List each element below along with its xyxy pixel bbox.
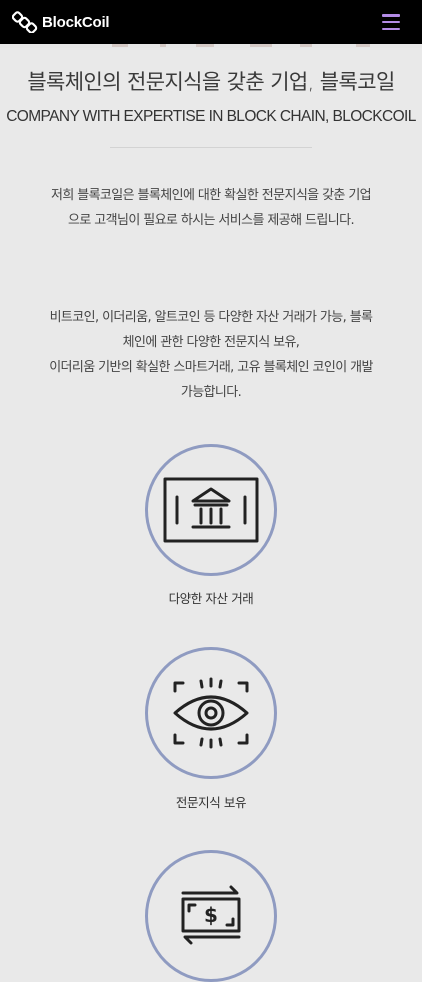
services-paragraph-line: 이더리움 기반의 확실한 스마트거래, 고유 블록체인 코인이 개발가능합니다. xyxy=(49,360,373,400)
site-logo[interactable]: BlockCoil xyxy=(12,11,110,33)
svg-text:$: $ xyxy=(204,903,218,927)
services-paragraph: 비트코인, 이더리움, 알트코인 등 다양한 자산 거래가 가능, 블록체인에 … xyxy=(46,305,376,405)
feature-label: 다양한 자산 거래 xyxy=(168,591,254,606)
feature-icon-circle: $ xyxy=(145,850,277,982)
site-header: BlockCoil xyxy=(0,0,422,44)
money-transfer-icon: $ xyxy=(181,885,241,945)
hamburger-menu-icon[interactable] xyxy=(382,14,400,30)
eye-icon xyxy=(173,677,249,749)
page-title: 블록체인의 전문지식을 갖춘 기업, 블록코일 xyxy=(27,70,395,94)
intro-paragraph: 저희 블록코일은 블록체인에 대한 확실한 전문지식을 갖춘 기업으로 고객님이… xyxy=(50,188,372,228)
banner-image-edge xyxy=(0,44,422,48)
services-paragraph-line: 비트코인, 이더리움, 알트코인 등 다양한 자산 거래가 가능, 블록체인에 … xyxy=(49,310,373,350)
chain-logo-icon xyxy=(12,11,38,33)
logo-text: BlockCoil xyxy=(42,13,110,31)
feature-icon-circle xyxy=(145,444,277,576)
feature-icon-circle xyxy=(145,647,277,779)
section-divider xyxy=(110,147,312,148)
feature-label: 전문지식 보유 xyxy=(175,795,247,810)
bank-icon xyxy=(163,477,259,543)
page-subtitle: COMPANY WITH EXPERTISE IN BLOCK CHAIN, B… xyxy=(6,108,416,125)
